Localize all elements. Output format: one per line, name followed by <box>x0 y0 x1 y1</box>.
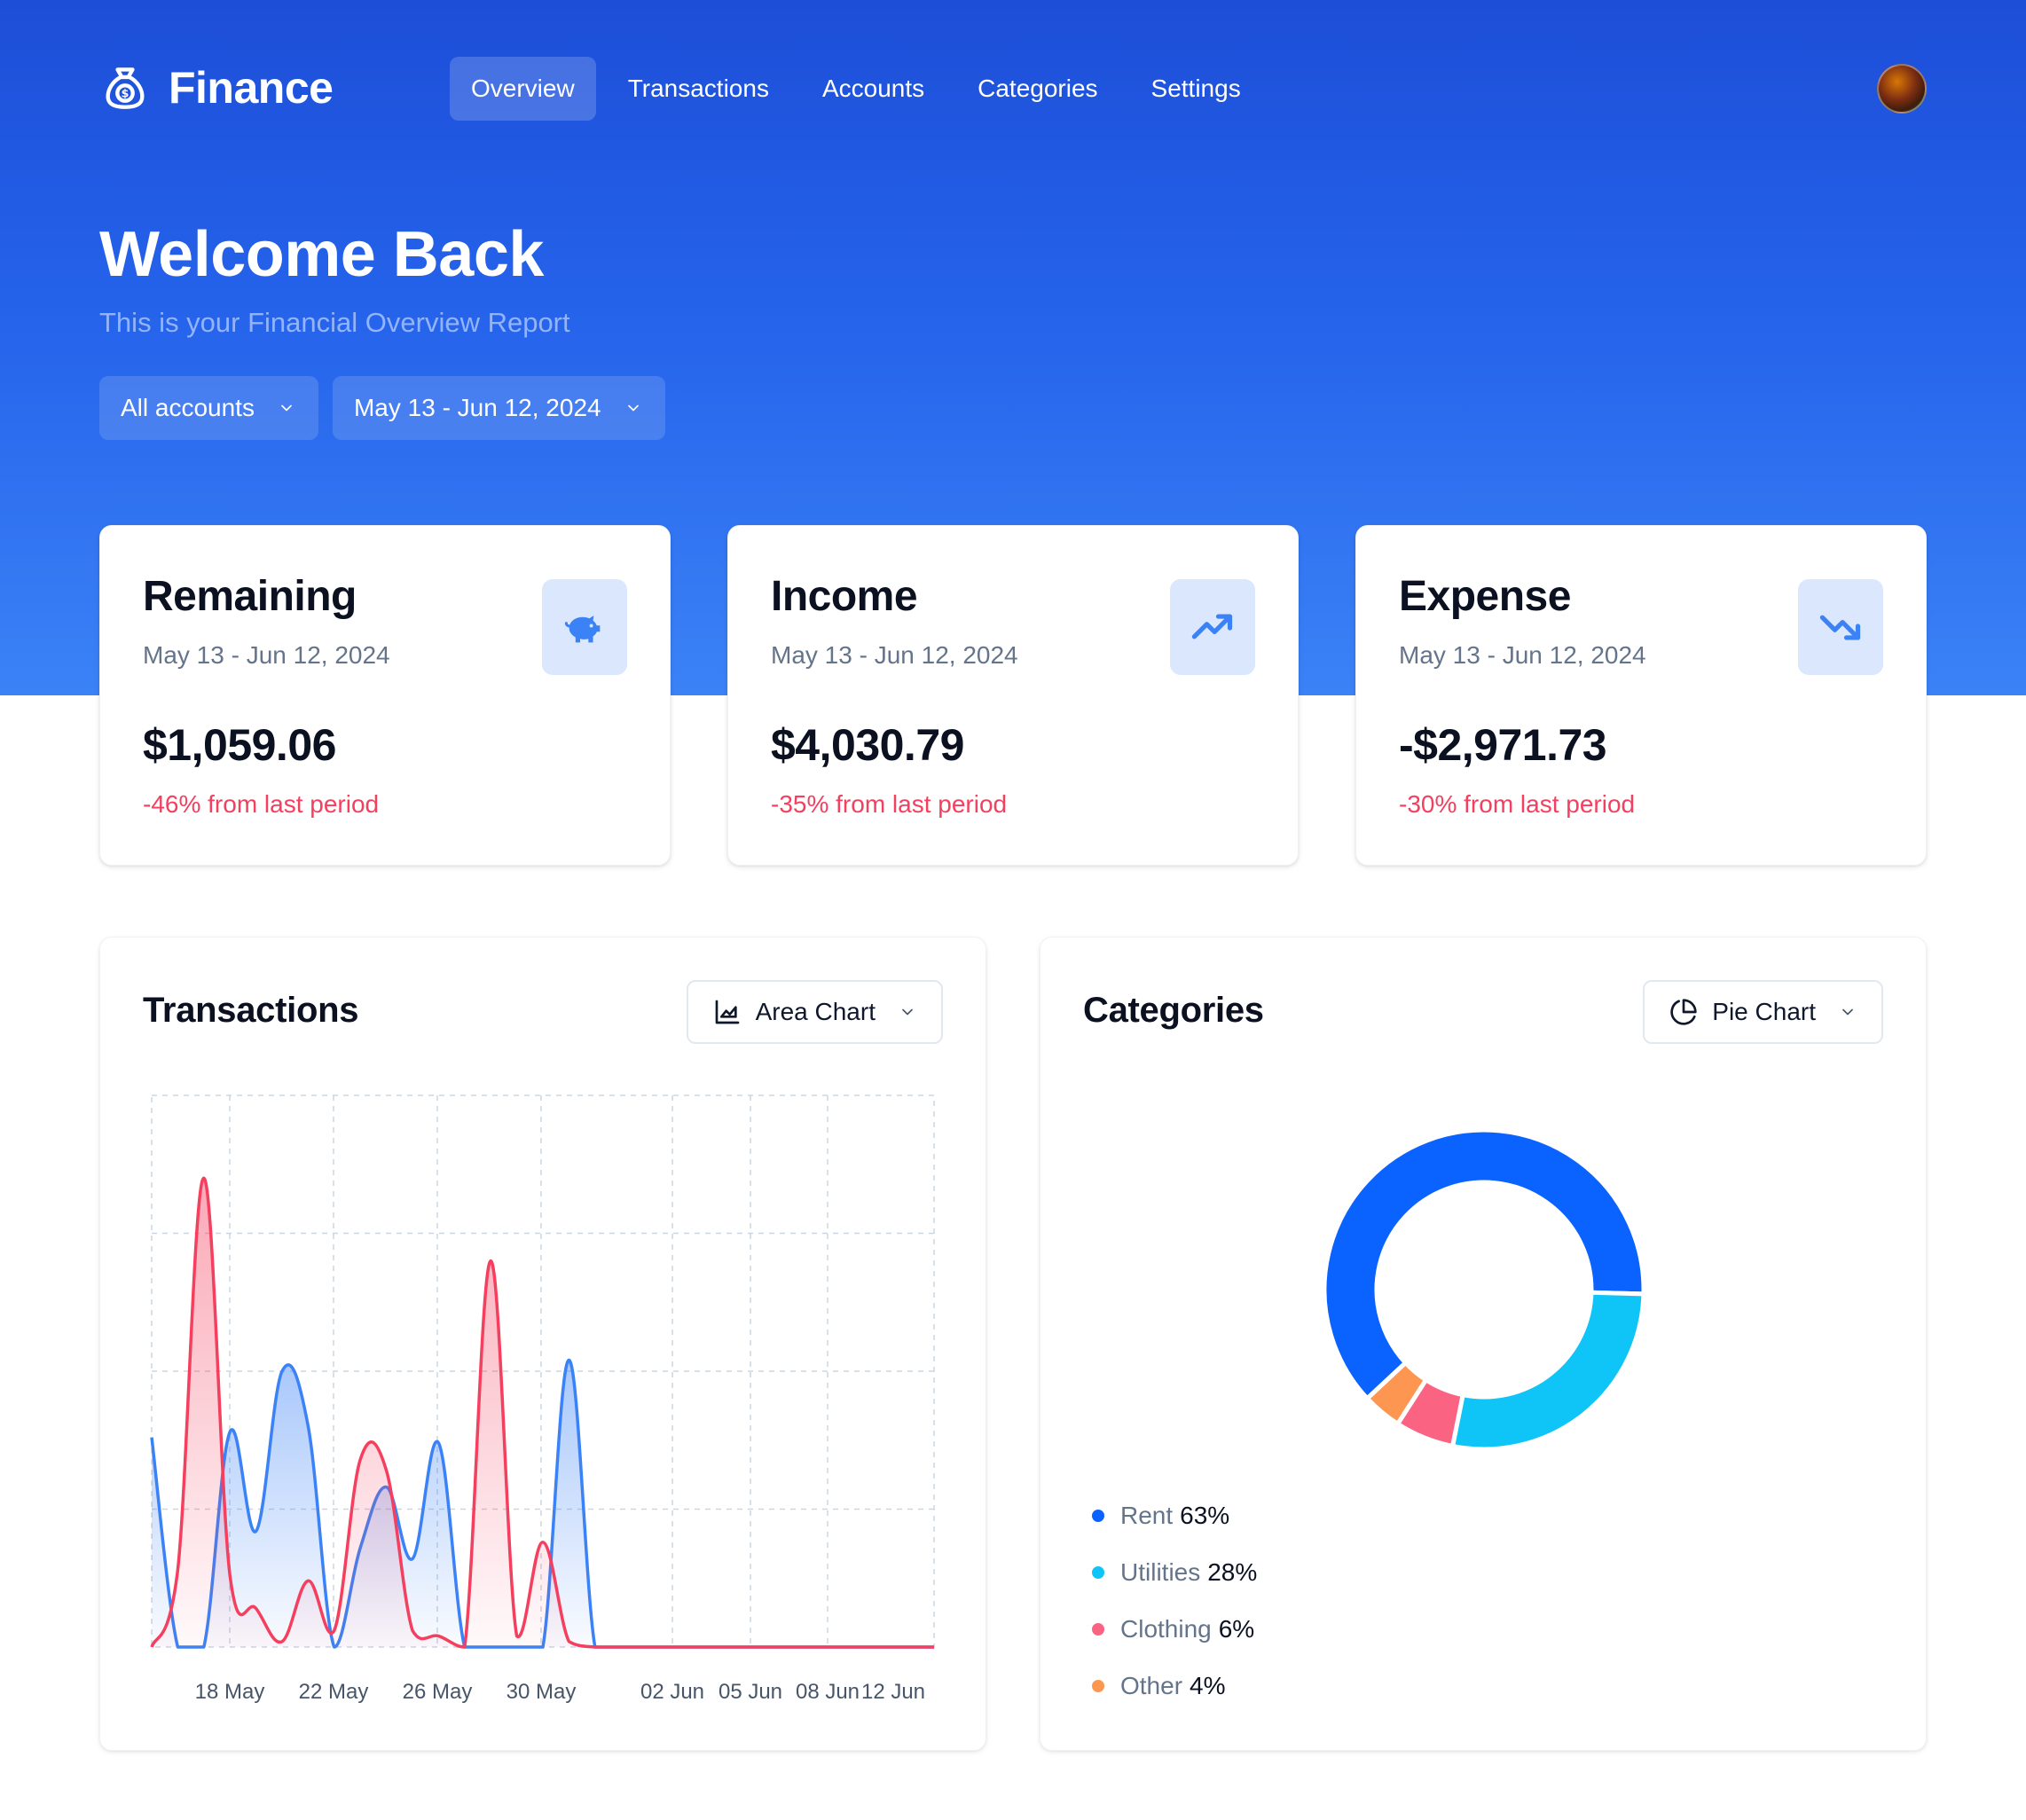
account-filter-label: All accounts <box>121 394 255 421</box>
card-date: May 13 - Jun 12, 2024 <box>1399 641 1646 669</box>
card-date: May 13 - Jun 12, 2024 <box>771 641 1018 669</box>
remaining-card: Remaining May 13 - Jun 12, 2024 $1,059.0… <box>99 525 671 866</box>
account-filter[interactable]: All accounts <box>99 376 318 440</box>
nav-links: Overview Transactions Accounts Categorie… <box>450 57 1262 121</box>
legend-dot <box>1092 1510 1104 1522</box>
trending-down-icon <box>1819 615 1861 640</box>
legend-item: Rent 63% <box>1092 1487 1257 1544</box>
chevron-down-icon <box>627 404 639 412</box>
card-change: -35% from last period <box>771 790 1008 818</box>
page-subtitle: This is your Financial Overview Report <box>99 307 570 338</box>
x-tick-label: 12 Jun <box>861 1680 925 1704</box>
page-title: Welcome Back <box>99 219 544 290</box>
legend-name: Utilities <box>1120 1558 1201 1586</box>
chevron-down-icon <box>281 404 292 412</box>
legend-name: Rent <box>1120 1502 1174 1529</box>
top-nav: $ Finance Overview Transactions Accounts… <box>99 57 1927 121</box>
x-tick-label: 05 Jun <box>719 1680 782 1704</box>
date-range-filter-label: May 13 - Jun 12, 2024 <box>353 394 601 421</box>
expense-card: Expense May 13 - Jun 12, 2024 -$2,971.73… <box>1355 525 1927 866</box>
x-tick-label: 22 May <box>299 1680 369 1704</box>
trending-up-icon <box>1191 614 1233 639</box>
card-date: May 13 - Jun 12, 2024 <box>143 641 390 669</box>
nav-item-settings[interactable]: Settings <box>1130 57 1262 121</box>
date-range-filter[interactable]: May 13 - Jun 12, 2024 <box>332 376 665 440</box>
card-change: -30% from last period <box>1399 790 1636 818</box>
piggy-bank-icon <box>564 616 601 643</box>
card-icon-box <box>542 579 627 675</box>
transactions-panel: Transactions Area Chart 18 May 22 May 26 M… <box>99 937 986 1751</box>
x-tick-label: 30 May <box>506 1680 577 1704</box>
filter-bar: All accounts May 13 - Jun 12, 2024 <box>99 376 665 440</box>
legend-value: 6% <box>1218 1615 1255 1643</box>
donut-slices <box>1322 1127 1646 1452</box>
x-tick-label: 18 May <box>195 1680 265 1704</box>
svg-text:$: $ <box>122 87 130 100</box>
legend-value: 28% <box>1207 1558 1258 1586</box>
card-icon-box <box>1798 579 1883 675</box>
nav-item-accounts[interactable]: Accounts <box>801 57 946 121</box>
money-bag-icon: $ <box>106 67 145 109</box>
income-card: Income May 13 - Jun 12, 2024 $4,030.79 -… <box>727 525 1299 866</box>
legend-item: Utilities 28% <box>1092 1544 1257 1601</box>
app-name: Finance <box>169 63 334 113</box>
app-logo[interactable]: $ Finance <box>99 62 334 114</box>
legend-item: Other 4% <box>1092 1658 1257 1714</box>
x-tick-label: 02 Jun <box>640 1680 704 1704</box>
legend-value: 63% <box>1180 1502 1230 1529</box>
categories-panel: Categories Pie Chart Rent 63% Utilities … <box>1040 937 1927 1751</box>
card-title: Income <box>771 573 918 620</box>
legend-dot <box>1092 1680 1104 1692</box>
nav-item-categories[interactable]: Categories <box>956 57 1119 121</box>
user-avatar[interactable] <box>1877 64 1927 114</box>
transactions-area-chart: 18 May 22 May 26 May 30 May 02 Jun 05 Jun 08 J… <box>150 1094 935 1704</box>
card-icon-box <box>1170 579 1255 675</box>
nav-item-transactions[interactable]: Transactions <box>607 57 790 121</box>
legend-name: Clothing <box>1120 1615 1212 1643</box>
legend-item: Clothing 6% <box>1092 1601 1257 1658</box>
legend-dot <box>1092 1566 1104 1579</box>
nav-item-overview[interactable]: Overview <box>450 57 596 121</box>
card-amount: $4,030.79 <box>771 720 964 770</box>
card-amount: $1,059.06 <box>143 720 336 770</box>
legend-value: 4% <box>1190 1672 1226 1699</box>
donut-slice-utilities <box>1449 1290 1646 1452</box>
x-tick-label: 26 May <box>403 1680 473 1704</box>
card-title: Remaining <box>143 573 357 620</box>
card-amount: -$2,971.73 <box>1399 720 1607 770</box>
legend-dot <box>1092 1623 1104 1636</box>
card-change: -46% from last period <box>143 790 380 818</box>
x-tick-label: 08 Jun <box>796 1680 860 1704</box>
card-title: Expense <box>1399 573 1571 620</box>
categories-legend: Rent 63% Utilities 28% Clothing 6% Other… <box>1092 1487 1257 1714</box>
legend-name: Other <box>1120 1672 1183 1699</box>
x-axis-ticks: 18 May 22 May 26 May 30 May 02 Jun 05 Jun 08 J… <box>195 1680 925 1704</box>
